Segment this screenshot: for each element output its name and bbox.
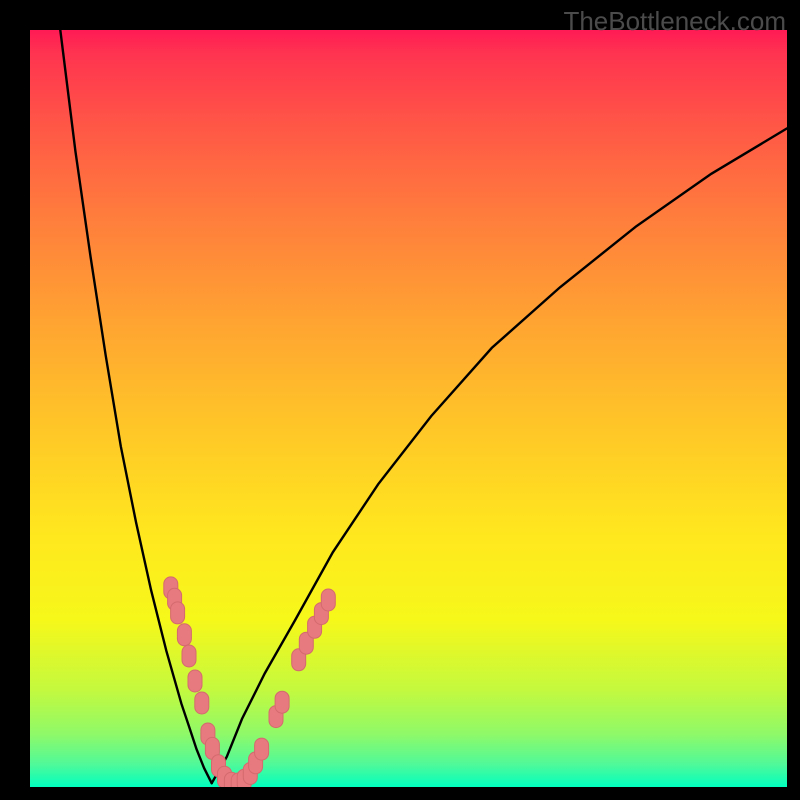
data-marker — [321, 589, 335, 611]
chart-svg — [30, 30, 787, 787]
curve-layer — [60, 30, 787, 783]
data-marker — [255, 738, 269, 760]
markers-layer — [164, 577, 335, 787]
data-marker — [177, 624, 191, 646]
chart-frame: TheBottleneck.com — [0, 0, 800, 800]
plot-area — [30, 30, 787, 787]
curve-right — [212, 128, 787, 783]
data-marker — [188, 670, 202, 692]
watermark-text: TheBottleneck.com — [563, 6, 786, 37]
data-marker — [182, 645, 196, 667]
data-marker — [275, 691, 289, 713]
data-marker — [171, 602, 185, 624]
curve-left — [60, 30, 211, 783]
data-marker — [195, 692, 209, 714]
